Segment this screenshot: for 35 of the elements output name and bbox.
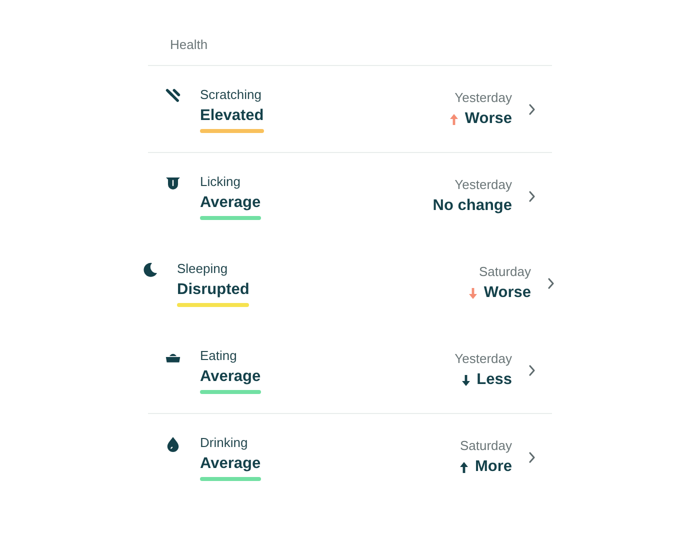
change-text: Worse xyxy=(464,109,512,129)
date-label: Yesterday xyxy=(454,89,512,106)
chevron-right-icon xyxy=(528,364,536,376)
status-text: Average xyxy=(200,454,261,472)
section-title: Health xyxy=(170,37,208,52)
health-row[interactable]: Licking Average Yesterday No change xyxy=(148,153,552,240)
water-drop-icon xyxy=(165,436,181,452)
change-text: Less xyxy=(476,370,512,390)
metric-label: Licking xyxy=(200,172,240,190)
scratch-marks-icon xyxy=(165,88,181,104)
status-text: Average xyxy=(200,366,261,386)
tongue-icon xyxy=(165,174,181,190)
date-label: Saturday xyxy=(460,437,512,454)
date-label: Yesterday xyxy=(454,350,512,367)
metric-label: Sleeping xyxy=(177,260,228,276)
metric-label: Scratching xyxy=(200,86,262,102)
health-row[interactable]: Drinking Average Saturday More xyxy=(148,414,552,501)
status-text: Elevated xyxy=(200,106,264,124)
change-text: Worse xyxy=(484,283,531,303)
health-row[interactable]: Scratching Elevated Yesterday Worse xyxy=(148,66,552,153)
status-text: Disrupted xyxy=(177,280,250,298)
change-text: More xyxy=(474,457,512,477)
chevron-right-icon xyxy=(528,450,536,464)
date-label: Saturday xyxy=(478,263,531,280)
metric-label: Eating xyxy=(200,346,237,364)
date-label: Yesterday xyxy=(454,176,512,193)
chevron-right-icon xyxy=(547,276,555,290)
chevron-right-icon xyxy=(528,190,536,202)
health-row[interactable]: Eating Average Yesterday Less xyxy=(148,327,552,414)
status-text: Average xyxy=(200,192,261,212)
chevron-right-icon xyxy=(528,102,536,116)
moon-icon xyxy=(142,262,158,278)
change-text: No change xyxy=(432,196,512,216)
metric-label: Drinking xyxy=(200,434,248,450)
health-row[interactable]: Sleeping Disrupted Saturday Worse xyxy=(128,240,571,327)
